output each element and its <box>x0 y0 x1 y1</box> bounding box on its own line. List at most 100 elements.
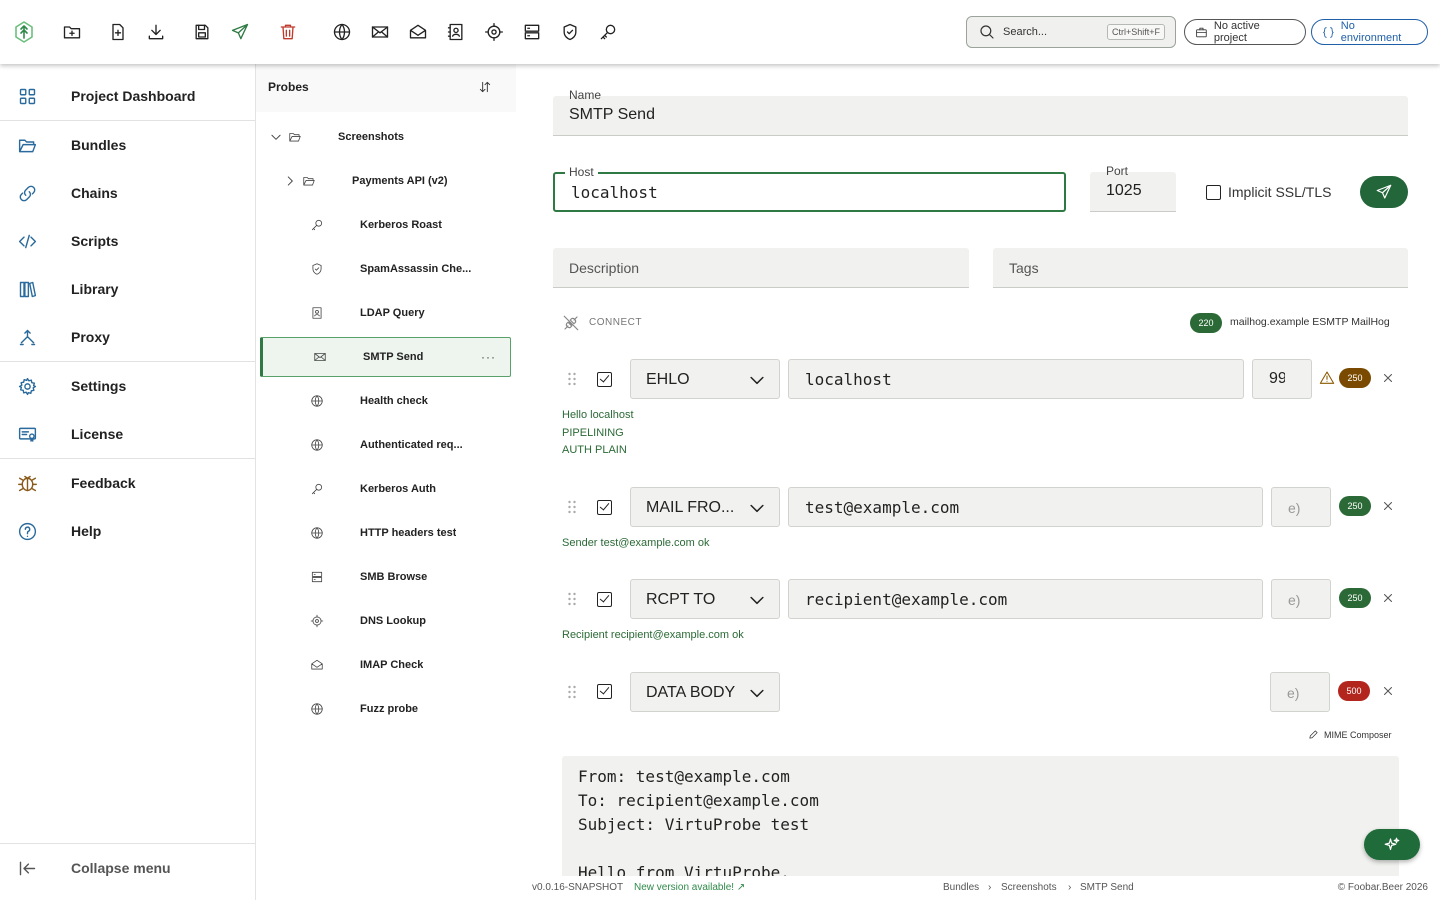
drag-handle-icon[interactable] <box>567 372 577 386</box>
server-icon[interactable] <box>520 20 544 44</box>
step-enabled-checkbox[interactable] <box>597 684 612 699</box>
probe-item-kerberos-roast[interactable]: Kerberos Roast <box>260 205 511 245</box>
remove-step-button[interactable] <box>1381 499 1395 513</box>
probe-item-spamassassin[interactable]: SpamAssassin Che... <box>260 249 511 289</box>
probe-item-http-headers[interactable]: HTTP headers test <box>260 513 511 553</box>
import-button[interactable] <box>144 20 168 44</box>
save-button[interactable] <box>190 20 214 44</box>
drag-handle-icon[interactable] <box>567 500 577 514</box>
proxy-icon <box>19 329 36 345</box>
implicit-ssl-checkbox[interactable] <box>1206 185 1221 200</box>
command-select[interactable]: MAIL FRO... <box>630 487 780 527</box>
step-enabled-checkbox[interactable] <box>597 372 612 387</box>
remove-step-button[interactable] <box>1381 371 1395 385</box>
timeout-input[interactable]: e) <box>1271 579 1331 619</box>
chevron-right-icon[interactable] <box>283 174 297 188</box>
description-field[interactable]: Description <box>553 248 969 288</box>
breadcrumb-screenshots[interactable]: Screenshots <box>1001 882 1057 893</box>
timeout-input[interactable]: e) <box>1270 672 1330 712</box>
nav-label: Library <box>71 281 119 297</box>
search-input[interactable] <box>1003 23 1073 41</box>
send-icon[interactable] <box>228 20 252 44</box>
remove-step-button[interactable] <box>1381 591 1395 605</box>
new-folder-button[interactable] <box>60 20 84 44</box>
delete-button[interactable] <box>276 20 300 44</box>
crosshair-icon[interactable] <box>482 20 506 44</box>
license-icon <box>18 427 37 442</box>
probe-item-imap-check[interactable]: IMAP Check <box>260 645 511 685</box>
step-enabled-checkbox[interactable] <box>597 500 612 515</box>
server-icon <box>310 570 324 584</box>
nav-item-license[interactable]: License <box>0 410 255 458</box>
mime-composer-button[interactable]: MIME Composer <box>1308 729 1392 740</box>
nav-item-bundles[interactable]: Bundles <box>0 121 255 169</box>
tree-folder-payments-api[interactable]: Payments API (v2) <box>260 161 511 201</box>
timeout-input[interactable]: e) <box>1271 487 1331 527</box>
name-label: Name <box>569 88 602 102</box>
drag-handle-icon[interactable] <box>567 592 577 606</box>
shield-icon[interactable] <box>558 20 582 44</box>
more-options-button[interactable]: ··· <box>481 350 496 364</box>
nav-label: Bundles <box>71 137 127 153</box>
folder-icon <box>288 130 302 144</box>
contact-icon[interactable] <box>444 20 468 44</box>
ai-assistant-button[interactable] <box>1364 829 1420 860</box>
search-box[interactable]: Ctrl+Shift+F <box>966 16 1176 48</box>
response-line: Sender test@example.com ok <box>562 537 710 549</box>
version-label: v0.0.16-SNAPSHOT <box>532 882 624 893</box>
key-icon[interactable] <box>596 20 620 44</box>
update-link[interactable]: New version available! ↗ <box>634 882 745 893</box>
data-body-editor[interactable]: From: test@example.com To: recipient@exa… <box>562 756 1399 876</box>
command-select[interactable]: RCPT TO <box>630 579 780 619</box>
name-value: SMTP Send <box>569 106 655 123</box>
argument-input[interactable]: test@example.com <box>788 487 1263 527</box>
probe-item-ldap-query[interactable]: LDAP Query <box>260 293 511 333</box>
argument-input[interactable]: localhost <box>788 359 1244 399</box>
nav-item-proxy[interactable]: Proxy <box>0 313 255 361</box>
host-field[interactable]: Host localhost <box>553 165 1066 212</box>
nav-item-feedback[interactable]: Feedback <box>0 459 255 507</box>
nav-label: License <box>71 426 124 442</box>
tree-folder-screenshots[interactable]: Screenshots <box>260 117 511 157</box>
command-select[interactable]: EHLO <box>630 359 780 399</box>
step-enabled-checkbox[interactable] <box>597 592 612 607</box>
timeout-input[interactable]: 99 <box>1252 359 1312 399</box>
probes-header: Probes <box>256 64 516 112</box>
nav-item-library[interactable]: Library <box>0 265 255 313</box>
nav-label: Settings <box>71 378 127 394</box>
nav-item-settings[interactable]: Settings <box>0 362 255 410</box>
chevron-down-icon[interactable] <box>269 130 283 144</box>
probe-item-authenticated-req[interactable]: Authenticated req... <box>260 425 511 465</box>
environment-selector[interactable]: No environment <box>1311 19 1428 45</box>
bug-icon <box>18 475 37 491</box>
argument-input[interactable]: recipient@example.com <box>788 579 1263 619</box>
mail-icon[interactable] <box>368 20 392 44</box>
nav-item-scripts[interactable]: Scripts <box>0 217 255 265</box>
probe-item-fuzz-probe[interactable]: Fuzz probe <box>260 689 511 729</box>
nav-label: Help <box>71 523 102 539</box>
project-selector[interactable]: No active project <box>1184 19 1306 45</box>
probe-item-health-check[interactable]: Health check <box>260 381 511 421</box>
mail-open-icon <box>310 658 324 672</box>
sort-button[interactable] <box>478 80 496 98</box>
nav-item-chains[interactable]: Chains <box>0 169 255 217</box>
nav-item-project-dashboard[interactable]: Project Dashboard <box>0 72 255 120</box>
remove-step-button[interactable] <box>1381 684 1395 698</box>
command-select[interactable]: DATA BODY <box>630 672 780 712</box>
probe-item-kerberos-auth[interactable]: Kerberos Auth <box>260 469 511 509</box>
response-line: PIPELINING <box>562 426 624 439</box>
port-field[interactable]: Port 1025 <box>1090 164 1176 212</box>
mail-open-icon[interactable] <box>406 20 430 44</box>
tags-field[interactable]: Tags <box>993 248 1408 288</box>
nav-item-help[interactable]: Help <box>0 507 255 555</box>
new-file-button[interactable] <box>106 20 130 44</box>
probe-item-smb-browse[interactable]: SMB Browse <box>260 557 511 597</box>
globe-icon[interactable] <box>330 20 354 44</box>
collapse-menu-button[interactable]: Collapse menu <box>0 844 255 892</box>
drag-handle-icon[interactable] <box>567 685 577 699</box>
breadcrumb-bundles[interactable]: Bundles <box>943 882 979 893</box>
name-field[interactable]: Name SMTP Send <box>553 88 1408 136</box>
probe-item-smtp-send[interactable]: SMTP Send ··· <box>260 337 511 377</box>
send-button[interactable] <box>1360 176 1408 208</box>
probe-item-dns-lookup[interactable]: DNS Lookup <box>260 601 511 641</box>
